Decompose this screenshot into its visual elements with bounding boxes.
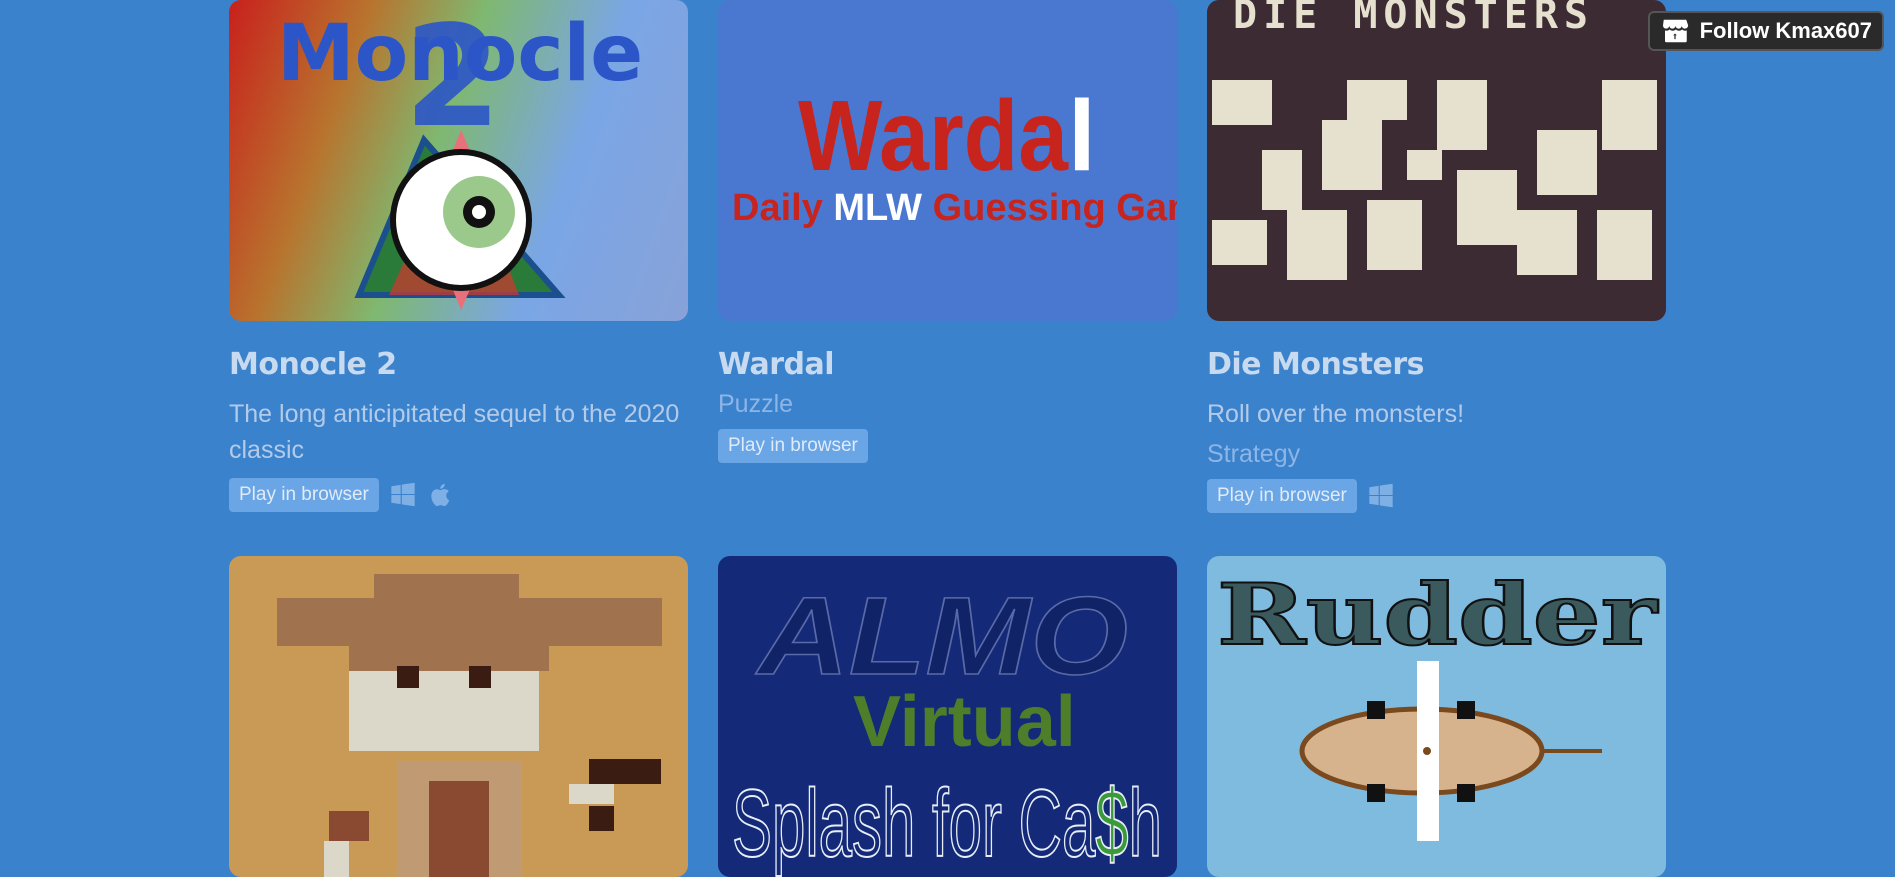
game-card-monocle-2[interactable]: Monocle 2 Monocle 2 The long anticipitat…: [229, 0, 688, 512]
almo-cover-art: ALMO Virtual Splash for Ca$h: [731, 574, 1163, 877]
game-card-almo-splash[interactable]: ALMO Virtual Splash for Ca$h: [718, 556, 1177, 877]
play-in-browser-badge[interactable]: Play in browser: [229, 478, 379, 512]
game-description: Roll over the monsters!: [1207, 400, 1465, 428]
platform-row: Play in browser: [718, 429, 1177, 463]
play-in-browser-badge[interactable]: Play in browser: [1207, 479, 1357, 513]
game-title[interactable]: Die Monsters: [1207, 347, 1666, 382]
platform-row: Play in browser: [1207, 479, 1666, 513]
game-card-die-monsters[interactable]: DIE MONSTERS Die Monsters Roll over the …: [1207, 0, 1666, 513]
follow-button[interactable]: Follow Kmax607: [1647, 11, 1884, 51]
die-monsters-cover-art: DIE MONSTERS: [1212, 0, 1657, 280]
cover-title-text: Virtual: [853, 682, 1076, 762]
game-thumbnail[interactable]: Warda l Daily MLW Guessing Game: [718, 0, 1177, 321]
platform-row: Play in browser: [229, 478, 688, 512]
game-title[interactable]: Monocle 2: [229, 347, 688, 382]
apple-icon: [431, 483, 450, 507]
follow-button-label: Follow Kmax607: [1699, 18, 1872, 43]
game-card-cowboy[interactable]: [229, 556, 688, 877]
game-thumbnail[interactable]: [229, 556, 688, 877]
game-thumbnail[interactable]: Monocle 2: [229, 0, 688, 321]
game-thumbnail[interactable]: DIE MONSTERS: [1207, 0, 1666, 321]
cover-title-suffix: l: [1068, 80, 1096, 192]
game-title[interactable]: Wardal: [718, 347, 1177, 382]
game-thumbnail[interactable]: Rudder: [1207, 556, 1666, 877]
game-thumbnail[interactable]: ALMO Virtual Splash for Ca$h: [718, 556, 1177, 877]
rudder-cover-art: Rudder: [1216, 564, 1660, 841]
cover-title-text: DIE MONSTERS: [1233, 0, 1594, 38]
wardal-cover-art: Warda l Daily MLW Guessing Game: [732, 80, 1177, 229]
cover-title-text: Rudder: [1217, 565, 1659, 664]
game-genre: Puzzle: [718, 390, 794, 418]
game-genre: Strategy: [1207, 440, 1301, 468]
windows-icon: [1369, 483, 1393, 508]
cover-logo-text: ALMO: [755, 575, 1128, 698]
game-description: The long anticipitated sequel to the 202…: [229, 400, 680, 464]
cowboy-cover-art: [277, 574, 662, 877]
itchio-icon: [1662, 19, 1688, 43]
game-card-wardal[interactable]: Warda l Daily MLW Guessing Game Wardal P…: [718, 0, 1177, 463]
windows-icon: [391, 482, 415, 507]
monocle-cover-art: Monocle 2: [277, 0, 643, 310]
play-in-browser-badge[interactable]: Play in browser: [718, 429, 868, 463]
game-card-rudder[interactable]: Rudder: [1207, 556, 1666, 877]
cover-subtitle-text: Splash for Ca$h: [732, 770, 1162, 877]
cover-subtitle-text: Daily MLW Guessing Game: [732, 187, 1177, 229]
cover-title-text: Warda: [798, 80, 1069, 192]
cover-number-text: 2: [404, 0, 501, 159]
